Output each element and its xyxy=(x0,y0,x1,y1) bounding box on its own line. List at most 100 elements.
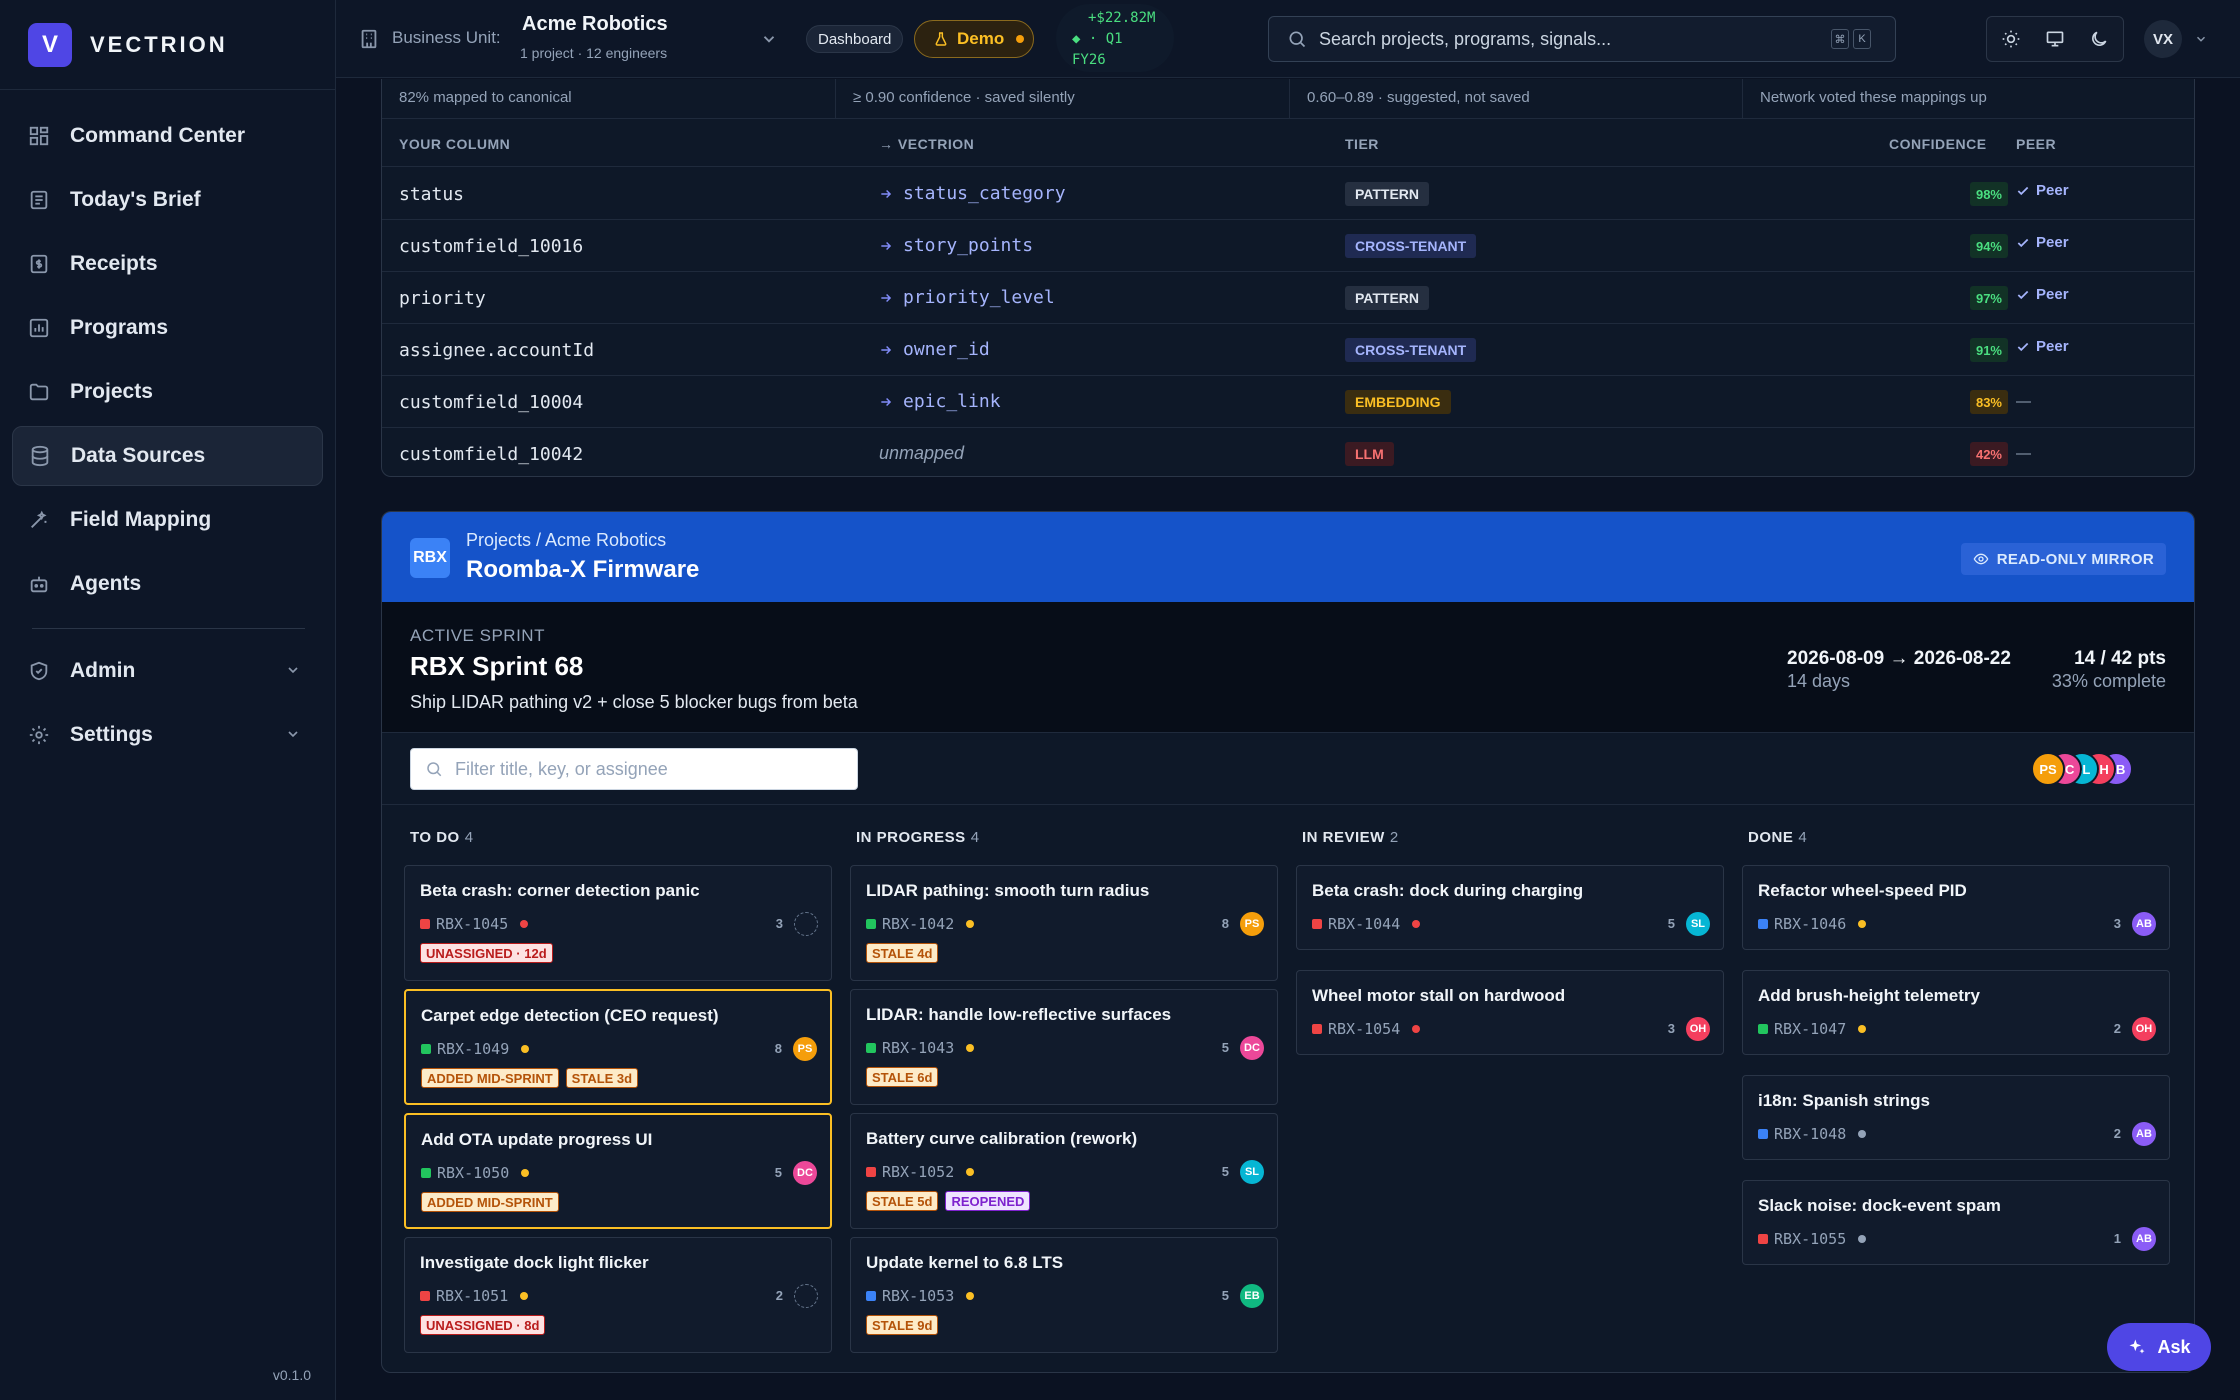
issue-title: Carpet edge detection (CEO request) xyxy=(421,1006,719,1025)
issue-type-icon xyxy=(1758,1129,1768,1139)
issue-key: RBX-1049 xyxy=(437,1040,510,1058)
filter-input[interactable]: Filter title, key, or assignee xyxy=(410,748,858,790)
issue-card[interactable]: Add OTA update progress UI RBX-1050 5 DC ADD… xyxy=(404,1113,832,1229)
story-points: 5 xyxy=(1221,1288,1229,1303)
issue-tags: STALE 6d xyxy=(866,1067,945,1087)
issue-card[interactable]: Carpet edge detection (CEO request) RBX-1… xyxy=(404,989,832,1105)
assignee-avatar[interactable]: DC xyxy=(1240,1036,1264,1060)
issue-card[interactable]: Add brush-height telemetry RBX-1047 2 OH xyxy=(1742,970,2170,1055)
issue-key: RBX-1052 xyxy=(882,1163,955,1181)
sidebar-item-settings[interactable]: Settings xyxy=(12,705,323,765)
business-unit-select[interactable]: Acme Robotics xyxy=(522,13,668,36)
chevron-down-icon[interactable] xyxy=(2194,32,2208,46)
demo-status-dot xyxy=(1016,35,1025,43)
issue-tags: STALE 4d xyxy=(866,943,945,963)
issue-card[interactable]: Battery curve calibration (rework) RBX-10… xyxy=(850,1113,1278,1229)
column-header: IN PROGRESS 4 xyxy=(856,829,980,846)
priority-dot xyxy=(966,1044,975,1052)
issue-card[interactable]: Update kernel to 6.8 LTS RBX-1053 5 EB STALE… xyxy=(850,1237,1278,1353)
issue-card[interactable]: Beta crash: dock during charging RBX-1044… xyxy=(1296,865,1724,950)
sidebar-item-projects[interactable]: Projects xyxy=(12,362,323,422)
assignee-avatar[interactable]: AB xyxy=(2132,1122,2156,1146)
column-count: 4 xyxy=(970,829,980,846)
monitor-icon[interactable] xyxy=(2045,29,2065,49)
story-points: 3 xyxy=(1667,1021,1675,1036)
ask-button[interactable]: Ask xyxy=(2107,1323,2211,1371)
sidebar-item-field-mapping[interactable]: Field Mapping xyxy=(12,490,323,550)
assignee-avatar[interactable]: EB xyxy=(1240,1284,1264,1308)
issue-card[interactable]: Beta crash: corner detection panic RBX-10… xyxy=(404,865,832,981)
assignee-avatar[interactable]: PS xyxy=(793,1037,817,1061)
priority-dot xyxy=(966,920,975,928)
sidebar-item-label: Programs xyxy=(70,316,169,339)
issue-card[interactable]: Investigate dock light flicker RBX-1051 2 U… xyxy=(404,1237,832,1353)
mapping-stats: 82% mapped to canonical ≥ 0.90 confidenc… xyxy=(382,79,2194,119)
story-points: 2 xyxy=(775,1288,783,1303)
issue-card[interactable]: Wheel motor stall on hardwood RBX-1054 3 OH xyxy=(1296,970,1724,1055)
issue-key: RBX-1042 xyxy=(882,915,955,933)
priority-dot xyxy=(1412,1025,1421,1033)
table-row[interactable]: status status_category PATTERN 98% Peer xyxy=(382,168,2194,220)
issue-title: Battery curve calibration (rework) xyxy=(866,1129,1138,1148)
database-icon xyxy=(31,445,49,467)
bot-icon xyxy=(30,576,48,593)
issue-key: RBX-1047 xyxy=(1774,1020,1847,1038)
sun-icon[interactable] xyxy=(2001,29,2021,49)
sidebar-item-programs[interactable]: Programs xyxy=(12,298,323,358)
moon-icon[interactable] xyxy=(2089,29,2109,49)
table-row[interactable]: priority priority_level PATTERN 97% Peer xyxy=(382,272,2194,324)
assignee-avatar[interactable]: OH xyxy=(2132,1017,2156,1041)
peer-label: Peer xyxy=(2036,286,2069,303)
assignee-avatar[interactable]: AB xyxy=(2132,912,2156,936)
issue-key: RBX-1043 xyxy=(882,1039,955,1057)
assignee-avatar[interactable]: OH xyxy=(1686,1017,1710,1041)
chevron-down-icon[interactable] xyxy=(760,30,778,48)
issue-card[interactable]: Slack noise: dock-event spam RBX-1055 1 AB xyxy=(1742,1180,2170,1265)
issue-meta: RBX-1044 xyxy=(1312,914,1421,934)
sidebar-item-receipts[interactable]: Receipts xyxy=(12,234,323,294)
assignee-avatar[interactable]: AB xyxy=(2132,1227,2156,1251)
dashboard-chip[interactable]: Dashboard xyxy=(806,25,904,53)
user-avatar[interactable]: VX xyxy=(2144,20,2182,58)
unassigned-avatar[interactable] xyxy=(794,912,818,936)
team-avatar[interactable]: PS xyxy=(2031,752,2065,786)
breadcrumb[interactable]: Projects / Acme Robotics xyxy=(466,530,666,551)
table-header: YOUR COLUMN → VECTRION TIER CONFIDENCE P… xyxy=(382,119,2194,167)
sidebar-item-command-center[interactable]: Command Center xyxy=(12,106,323,166)
stat-network: Network voted these mappings up xyxy=(1760,89,1987,106)
sidebar-item-todays-brief[interactable]: Today's Brief xyxy=(12,170,323,230)
issue-card[interactable]: Refactor wheel-speed PID RBX-1046 3 AB xyxy=(1742,865,2170,950)
table-row[interactable]: customfield_10042 unmapped LLM 42% — xyxy=(382,428,2194,476)
assignee-avatar[interactable]: SL xyxy=(1240,1160,1264,1184)
brand[interactable]: V VECTRION xyxy=(0,0,335,90)
sidebar-item-agents[interactable]: Agents xyxy=(12,554,323,614)
unassigned-avatar[interactable] xyxy=(794,1284,818,1308)
sidebar-item-label: Today's Brief xyxy=(70,188,201,211)
demo-mode-chip[interactable]: Demo xyxy=(914,20,1034,58)
priority-dot xyxy=(966,1292,975,1300)
sprint-duration: 14 days xyxy=(1787,671,1851,691)
global-search[interactable]: Search projects, programs, signals... ⌘ … xyxy=(1268,16,1896,62)
assignee-avatar[interactable]: PS xyxy=(1240,912,1264,936)
peer-indicator: Peer xyxy=(2016,234,2069,251)
target-field: story_points xyxy=(903,235,1034,256)
table-row[interactable]: customfield_10004 epic_link EMBEDDING 83% — xyxy=(382,376,2194,428)
issue-type-icon xyxy=(420,1291,430,1301)
issue-meta: RBX-1054 xyxy=(1312,1019,1421,1039)
table-row[interactable]: assignee.accountId owner_id CROSS-TENANT 91… xyxy=(382,324,2194,376)
table-row[interactable]: customfield_10016 story_points CROSS-TENAN… xyxy=(382,220,2194,272)
sidebar-item-data-sources[interactable]: Data Sources xyxy=(12,426,323,486)
sidebar-item-admin[interactable]: Admin xyxy=(12,641,323,701)
issue-card[interactable]: LIDAR pathing: smooth turn radius RBX-104… xyxy=(850,865,1278,981)
issue-card[interactable]: LIDAR: handle low-reflective surfaces RBX… xyxy=(850,989,1278,1105)
assignee-avatar[interactable]: SL xyxy=(1686,912,1710,936)
value-summary[interactable]: +$22.82M ◆ · Q1 FY26 xyxy=(1056,4,1174,72)
issue-card[interactable]: i18n: Spanish strings RBX-1048 2 AB xyxy=(1742,1075,2170,1160)
issue-title: Investigate dock light flicker xyxy=(420,1253,649,1272)
assignee-avatar[interactable]: DC xyxy=(793,1161,817,1185)
peer-label: Peer xyxy=(2036,182,2069,199)
issue-title: Update kernel to 6.8 LTS xyxy=(866,1253,1064,1272)
target-field: unmapped xyxy=(879,443,965,463)
peer-label: Peer xyxy=(2036,234,2069,251)
story-points: 3 xyxy=(775,916,783,931)
